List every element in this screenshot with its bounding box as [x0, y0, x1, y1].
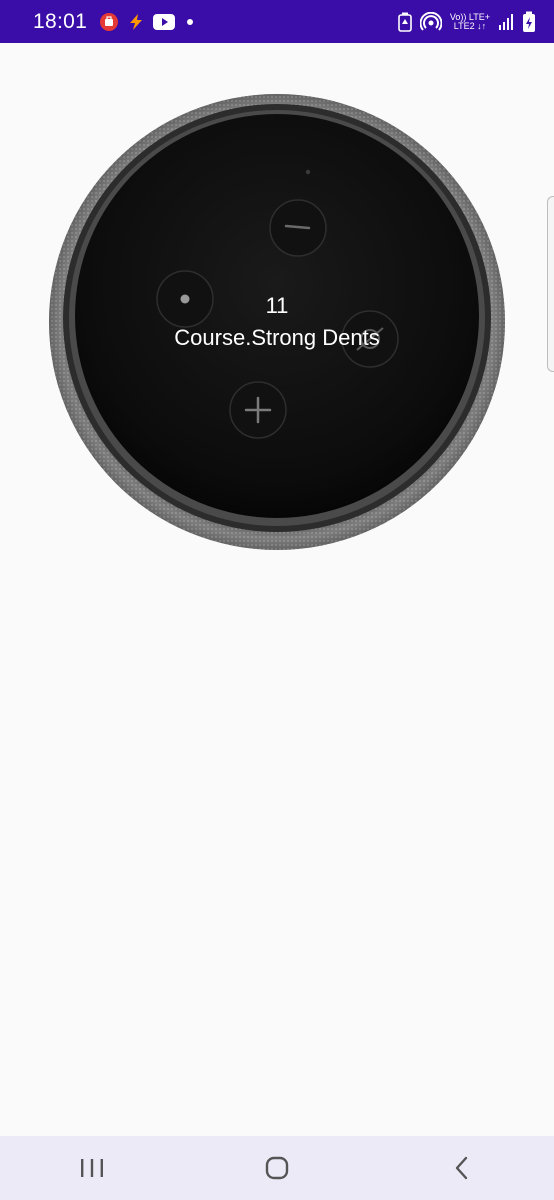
back-button[interactable] [422, 1136, 502, 1200]
status-left-icons [99, 12, 194, 32]
battery-charging-icon [522, 11, 536, 33]
hotspot-icon [419, 11, 442, 32]
notification-app-icon [99, 12, 119, 32]
navigation-bar [0, 1136, 554, 1200]
volume-down-button-graphic [269, 199, 327, 257]
speaker-overlay-text: 11 Course.Strong Dents [0, 290, 554, 354]
flash-icon [127, 13, 145, 31]
dot-icon [187, 18, 194, 25]
battery-saver-icon [398, 12, 412, 32]
edge-panel-handle[interactable] [547, 196, 554, 372]
recents-button[interactable] [52, 1136, 132, 1200]
back-icon [455, 1156, 467, 1180]
home-icon [265, 1156, 289, 1180]
volume-up-button-graphic [229, 381, 287, 439]
signal-icon [498, 13, 514, 31]
status-time: 18:01 [33, 9, 88, 33]
recents-icon [81, 1159, 104, 1177]
home-button[interactable] [237, 1136, 317, 1200]
status-right-icons: Vo)) LTE+ LTE2 ↓↑ [398, 11, 536, 33]
item-label: Course.Strong Dents [174, 325, 380, 350]
status-bar: 18:01 Vo)) LTE+ LTE2 ↓↑ [0, 0, 554, 43]
youtube-icon [153, 13, 176, 30]
volte-lte-label: Vo)) LTE+ LTE2 ↓↑ [449, 11, 490, 31]
item-count: 11 [265, 293, 289, 318]
